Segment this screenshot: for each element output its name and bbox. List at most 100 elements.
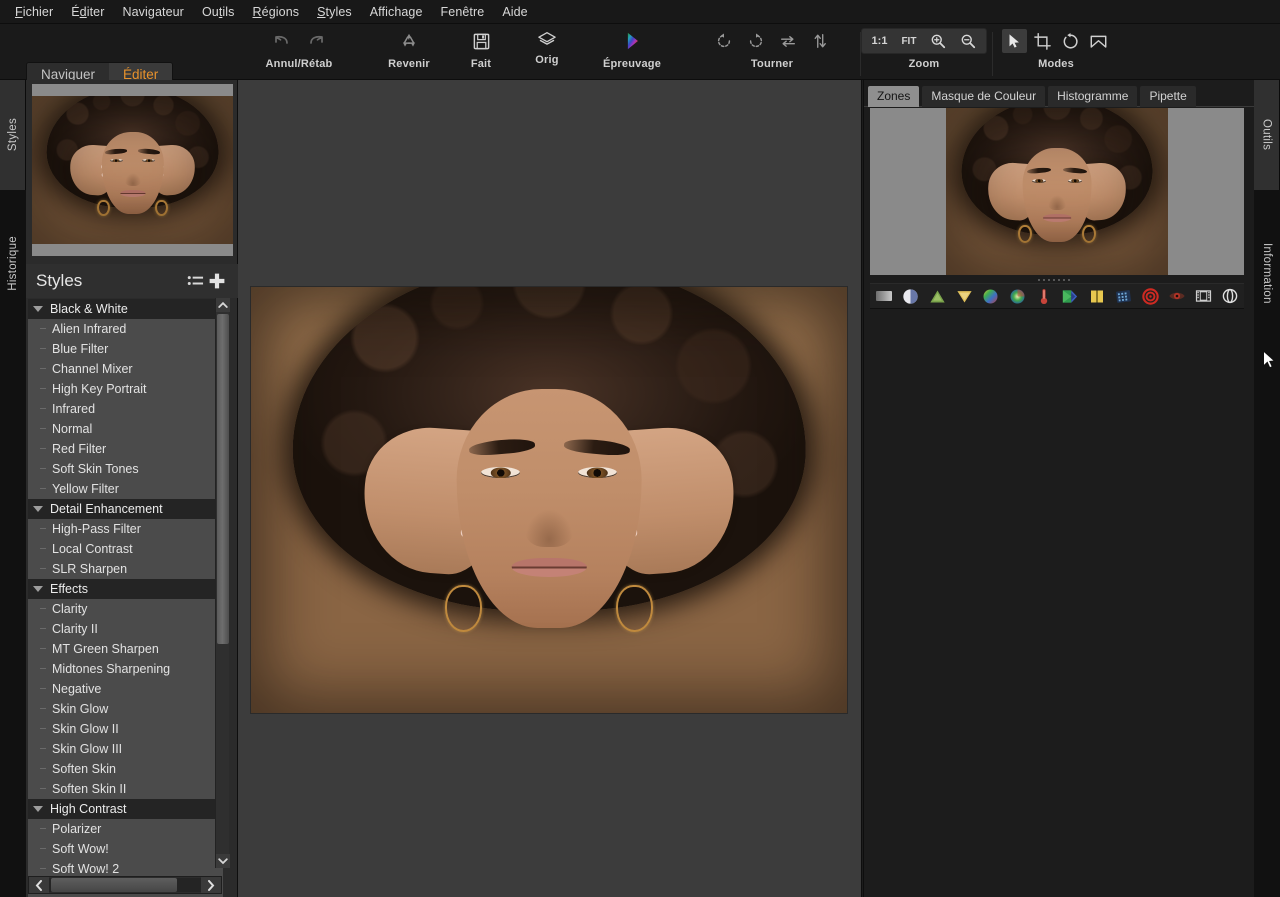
color-balance-tool-icon[interactable] bbox=[978, 285, 1003, 307]
toolbar-label-proof: Épreuvage bbox=[602, 58, 662, 70]
undo-button[interactable] bbox=[268, 28, 294, 54]
styles-item-row[interactable]: High-Pass Filter bbox=[28, 519, 223, 539]
right-panel-body bbox=[864, 310, 1255, 897]
zoom-1to1-button[interactable]: 1:1 bbox=[866, 31, 894, 51]
edge-tab-styles[interactable]: Styles bbox=[0, 80, 26, 190]
toolbar-label-modes: Modes bbox=[1038, 58, 1074, 70]
styles-group-row[interactable]: Black & White bbox=[28, 299, 223, 319]
styles-list-horizontal-scrollbar[interactable] bbox=[28, 876, 222, 894]
tab-histogramme[interactable]: Histogramme bbox=[1048, 86, 1138, 107]
right-panel-preview[interactable] bbox=[870, 108, 1244, 275]
noise-reduction-tool-icon[interactable] bbox=[1111, 285, 1136, 307]
right-panel-tabs: Zones Masque de Couleur Histogramme Pipe… bbox=[868, 86, 1196, 107]
styles-item-row[interactable]: Skin Glow II bbox=[28, 719, 223, 739]
film-grain-tool-icon[interactable] bbox=[1191, 285, 1216, 307]
toolbar-label-zoom: Zoom bbox=[908, 58, 940, 70]
color-grading-tool-icon[interactable] bbox=[1058, 285, 1083, 307]
rotate-right-button[interactable] bbox=[743, 28, 769, 54]
rotate-left-button[interactable] bbox=[711, 28, 737, 54]
done-button[interactable] bbox=[468, 28, 494, 54]
styles-item-row[interactable]: Red Filter bbox=[28, 439, 223, 459]
styles-group-row[interactable]: High Contrast bbox=[28, 799, 223, 819]
mode-rotate-button[interactable] bbox=[1058, 29, 1083, 53]
flip-vertical-button[interactable] bbox=[807, 28, 833, 54]
zoom-in-button[interactable] bbox=[924, 31, 952, 51]
styles-item-row[interactable]: Soften Skin II bbox=[28, 779, 223, 799]
color-wheel-tool-icon[interactable] bbox=[1005, 285, 1030, 307]
styles-item-row[interactable]: Soft Wow! bbox=[28, 839, 223, 859]
tab-pipette[interactable]: Pipette bbox=[1140, 86, 1196, 107]
scroll-down-button[interactable] bbox=[216, 854, 230, 868]
menu-fenetre[interactable]: Fenêtre bbox=[432, 2, 494, 22]
plus-icon[interactable] bbox=[206, 270, 228, 292]
curves-tool-icon[interactable] bbox=[952, 285, 977, 307]
mode-pointer-button[interactable] bbox=[1001, 29, 1027, 53]
styles-item-row[interactable]: Polarizer bbox=[28, 819, 223, 839]
styles-item-row[interactable]: Skin Glow III bbox=[28, 739, 223, 759]
styles-item-row[interactable]: Blue Filter bbox=[28, 339, 223, 359]
styles-item-row[interactable]: Channel Mixer bbox=[28, 359, 223, 379]
scroll-thumb[interactable] bbox=[217, 314, 229, 644]
styles-item-row[interactable]: High Key Portrait bbox=[28, 379, 223, 399]
menu-fichier[interactable]: Fichier bbox=[6, 2, 62, 22]
menu-editer[interactable]: Éditer bbox=[62, 2, 113, 22]
zoom-out-button[interactable] bbox=[954, 31, 982, 51]
styles-list[interactable]: Black & White Alien Infrared Blue Filter… bbox=[28, 299, 223, 897]
main-image[interactable] bbox=[251, 287, 847, 713]
levels-tool-icon[interactable] bbox=[925, 285, 950, 307]
styles-list-vertical-scrollbar[interactable] bbox=[215, 298, 230, 868]
styles-item-row[interactable]: Normal bbox=[28, 419, 223, 439]
scroll-right-button[interactable] bbox=[201, 877, 221, 893]
white-balance-tool-icon[interactable] bbox=[1031, 285, 1056, 307]
styles-item-row[interactable]: Midtones Sharpening bbox=[28, 659, 223, 679]
toolbar-group-undo-redo: Annul/Rétab bbox=[252, 24, 346, 80]
image-canvas-area[interactable] bbox=[238, 80, 862, 897]
scroll-thumb[interactable] bbox=[51, 878, 177, 892]
menu-navigateur[interactable]: Navigateur bbox=[114, 2, 193, 22]
navigator-thumbnail[interactable] bbox=[32, 84, 233, 256]
vignette-tool-icon[interactable] bbox=[1138, 285, 1163, 307]
styles-item-row[interactable]: Negative bbox=[28, 679, 223, 699]
styles-item-row[interactable]: Soft Skin Tones bbox=[28, 459, 223, 479]
chevron-down-icon bbox=[218, 858, 228, 865]
redo-button[interactable] bbox=[304, 28, 330, 54]
scroll-left-button[interactable] bbox=[29, 877, 49, 893]
styles-item-row[interactable]: Local Contrast bbox=[28, 539, 223, 559]
edge-tab-information[interactable]: Information bbox=[1254, 208, 1280, 338]
list-view-icon[interactable] bbox=[184, 270, 206, 292]
styles-item-row[interactable]: Soften Skin bbox=[28, 759, 223, 779]
menu-aide[interactable]: Aide bbox=[493, 2, 536, 22]
styles-item-row[interactable]: SLR Sharpen bbox=[28, 559, 223, 579]
lens-correction-tool-icon[interactable] bbox=[1218, 285, 1243, 307]
menu-regions[interactable]: Régions bbox=[244, 2, 309, 22]
scroll-track[interactable] bbox=[49, 878, 201, 892]
styles-item-row[interactable]: Infrared bbox=[28, 399, 223, 419]
styles-item-row[interactable]: Clarity II bbox=[28, 619, 223, 639]
tab-masque-de-couleur[interactable]: Masque de Couleur bbox=[922, 86, 1046, 107]
red-eye-tool-icon[interactable] bbox=[1164, 285, 1189, 307]
split-tone-tool-icon[interactable] bbox=[1085, 285, 1110, 307]
exposure-tool-icon[interactable] bbox=[872, 285, 897, 307]
mode-keystone-button[interactable] bbox=[1086, 29, 1111, 53]
styles-item-row[interactable]: Clarity bbox=[28, 599, 223, 619]
tab-zones[interactable]: Zones bbox=[868, 86, 920, 107]
mode-crop-button[interactable] bbox=[1030, 29, 1055, 53]
menu-styles[interactable]: Styles bbox=[308, 2, 361, 22]
edge-tab-historique[interactable]: Historique bbox=[0, 208, 26, 318]
styles-group-row[interactable]: Effects bbox=[28, 579, 223, 599]
menu-affichage[interactable]: Affichage bbox=[361, 2, 432, 22]
styles-group-row[interactable]: Detail Enhancement bbox=[28, 499, 223, 519]
flip-horizontal-button[interactable] bbox=[775, 28, 801, 54]
styles-item-row[interactable]: Yellow Filter bbox=[28, 479, 223, 499]
edge-tab-outils[interactable]: Outils bbox=[1254, 80, 1280, 190]
styles-item-row[interactable]: Skin Glow bbox=[28, 699, 223, 719]
proof-button[interactable] bbox=[619, 28, 645, 54]
scroll-up-button[interactable] bbox=[216, 298, 230, 312]
menu-outils[interactable]: Outils bbox=[193, 2, 244, 22]
contrast-tool-icon[interactable] bbox=[899, 285, 924, 307]
original-button[interactable] bbox=[534, 26, 560, 52]
styles-item-row[interactable]: Alien Infrared bbox=[28, 319, 223, 339]
styles-item-row[interactable]: MT Green Sharpen bbox=[28, 639, 223, 659]
revert-button[interactable] bbox=[396, 28, 422, 54]
zoom-fit-button[interactable]: FIT bbox=[895, 31, 922, 51]
